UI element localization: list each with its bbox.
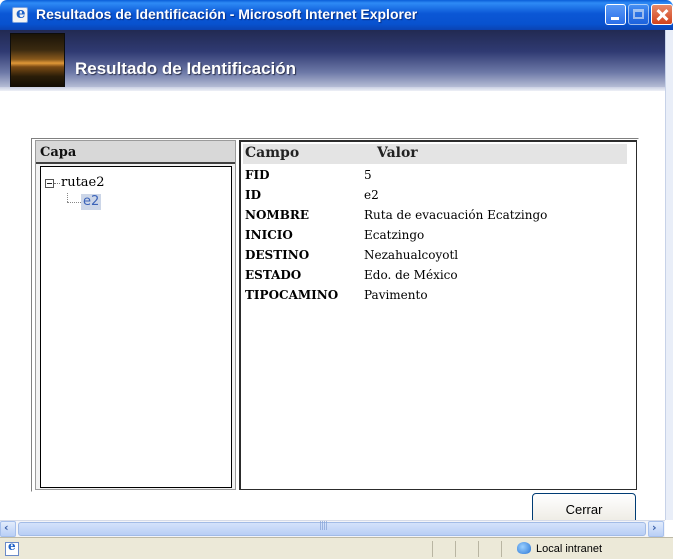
attribute-table: Campo Valor FID 5 ID e2 NOMBRE Ruta de e… bbox=[239, 140, 637, 490]
scroll-thumb[interactable] bbox=[18, 521, 646, 536]
field-name: ESTADO bbox=[245, 268, 302, 282]
window-titlebar[interactable]: Resultados de Identificación - Microsoft… bbox=[0, 0, 673, 30]
tree-root-layer[interactable]: rutae2 bbox=[61, 175, 105, 190]
close-window-button[interactable] bbox=[651, 4, 673, 25]
status-bar: Local intranet bbox=[0, 537, 673, 559]
horizontal-scrollbar[interactable]: ‹ › bbox=[0, 520, 665, 537]
volcano-logo bbox=[10, 33, 65, 88]
field-name: DESTINO bbox=[245, 248, 310, 262]
table-row: NOMBRE Ruta de evacuación Ecatzingo bbox=[243, 206, 623, 226]
security-zone-label: Local intranet bbox=[536, 543, 603, 555]
ie-page-icon[interactable] bbox=[12, 4, 28, 23]
layer-panel-header: Capa bbox=[36, 141, 235, 164]
field-value: Pavimento bbox=[364, 288, 428, 302]
table-row: ESTADO Edo. de México bbox=[243, 266, 623, 286]
field-value: Edo. de México bbox=[364, 268, 458, 282]
status-divider bbox=[501, 541, 502, 557]
chevron-right-icon: › bbox=[652, 521, 657, 534]
layer-tree: rutae2 e2 bbox=[40, 166, 232, 488]
window-title: Resultados de Identificación - Microsoft… bbox=[36, 6, 418, 22]
status-divider bbox=[432, 541, 433, 557]
tree-connector bbox=[54, 183, 60, 184]
field-value: Ecatzingo bbox=[364, 228, 425, 242]
scroll-left-button[interactable]: ‹ bbox=[0, 521, 16, 537]
layer-panel-title: Capa bbox=[40, 145, 77, 160]
field-name: FID bbox=[245, 168, 270, 182]
column-header-campo: Campo bbox=[245, 145, 300, 161]
maximize-button[interactable] bbox=[628, 4, 649, 25]
field-value: 5 bbox=[364, 168, 372, 182]
table-row: FID 5 bbox=[243, 166, 623, 186]
table-header: Campo Valor bbox=[243, 144, 627, 164]
chevron-left-icon: ‹ bbox=[4, 521, 9, 534]
field-value: Ruta de evacuación Ecatzingo bbox=[364, 208, 548, 222]
table-row: INICIO Ecatzingo bbox=[243, 226, 623, 246]
tree-connector bbox=[67, 202, 81, 203]
field-name: ID bbox=[245, 188, 262, 202]
minimize-button[interactable] bbox=[605, 4, 626, 25]
intranet-globe-icon bbox=[517, 542, 531, 554]
scroll-right-button[interactable]: › bbox=[648, 521, 664, 537]
collapse-toggle-icon[interactable] bbox=[45, 179, 54, 188]
table-row: DESTINO Nezahualcoyotl bbox=[243, 246, 623, 266]
field-name: TIPOCAMINO bbox=[245, 288, 339, 302]
field-value: Nezahualcoyotl bbox=[364, 248, 459, 262]
vertical-scrollbar[interactable] bbox=[665, 30, 673, 520]
column-header-valor: Valor bbox=[377, 145, 418, 161]
page-title: Resultado de Identificación bbox=[75, 59, 297, 78]
field-value: e2 bbox=[364, 188, 379, 202]
field-name: INICIO bbox=[245, 228, 293, 242]
tree-connector bbox=[67, 193, 68, 202]
layer-panel: Capa rutae2 e2 bbox=[35, 140, 236, 490]
table-row: ID e2 bbox=[243, 186, 623, 206]
tree-feature-item[interactable]: e2 bbox=[81, 194, 102, 210]
table-row: TIPOCAMINO Pavimento bbox=[243, 286, 623, 306]
status-divider bbox=[455, 541, 456, 557]
field-name: NOMBRE bbox=[245, 208, 309, 222]
status-divider bbox=[478, 541, 479, 557]
ie-page-icon bbox=[5, 539, 19, 556]
page-header: Resultado de Identificación bbox=[0, 30, 665, 91]
